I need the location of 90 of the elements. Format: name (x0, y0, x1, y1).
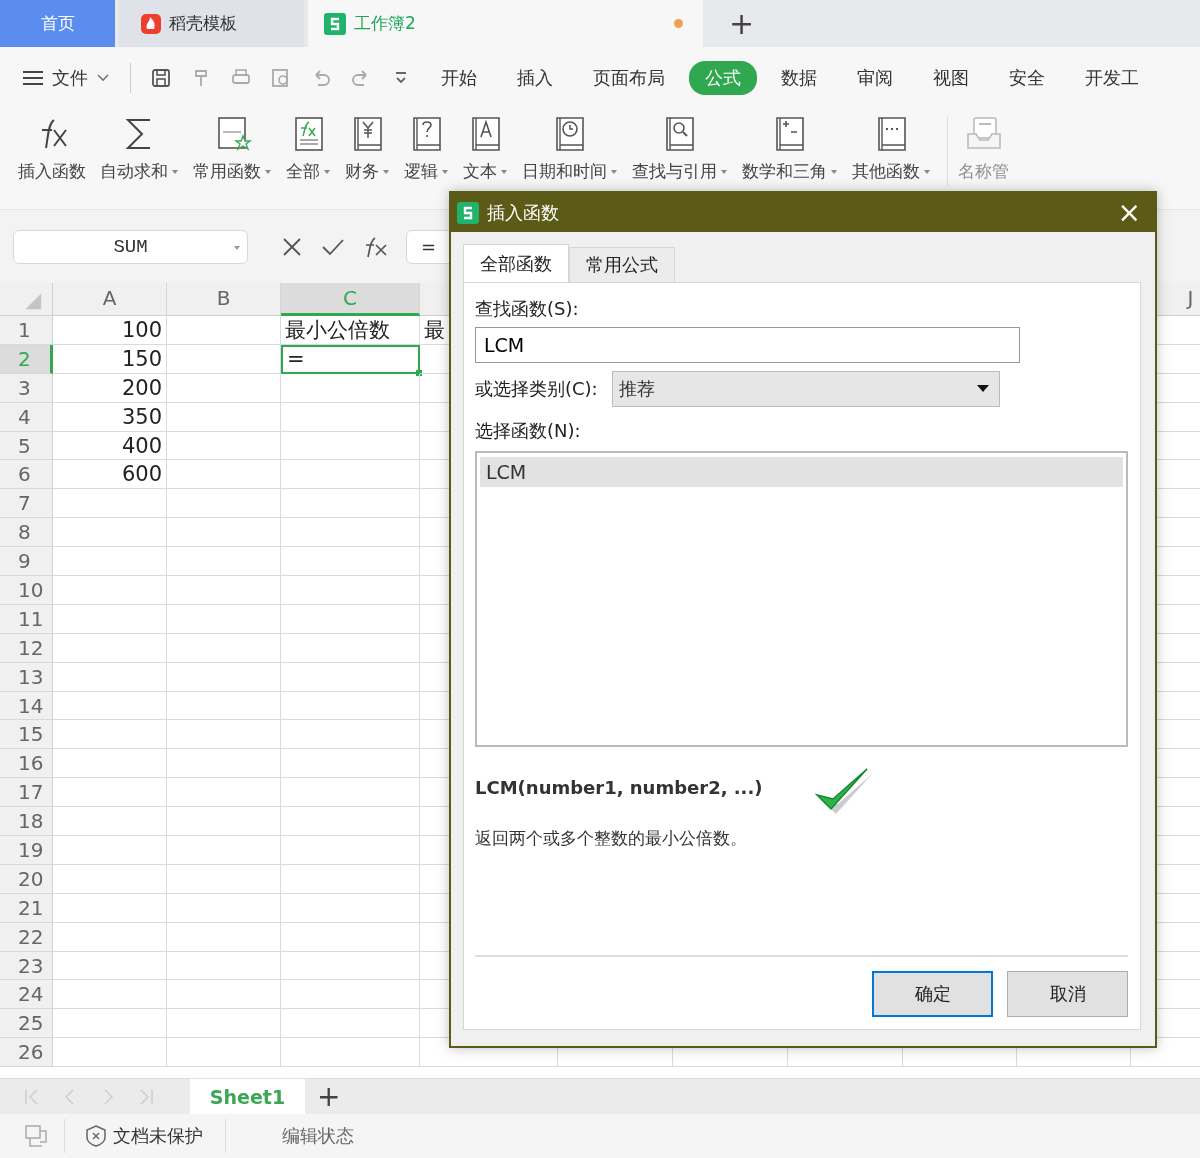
ribbon-button[interactable]: 查找与引用 (628, 108, 732, 183)
cancel-button[interactable]: 取消 (1007, 971, 1128, 1017)
column-header[interactable]: A (53, 283, 167, 316)
row-header[interactable]: 3 (0, 373, 53, 403)
row-header[interactable]: 1 (0, 316, 53, 345)
row-header[interactable]: 12 (0, 633, 53, 663)
row-header[interactable]: 9 (0, 547, 53, 576)
dialog-tab[interactable]: 常用公式 (569, 247, 675, 282)
protection-status[interactable]: 文档未保护 (65, 1124, 225, 1148)
function-description: 返回两个或多个整数的最小公倍数。 (475, 827, 748, 850)
menu-tab[interactable]: 公式 (689, 60, 757, 95)
search-field[interactable]: LCM (475, 327, 1020, 363)
save-icon[interactable] (150, 66, 172, 89)
row-header[interactable]: 17 (0, 778, 53, 808)
row-header[interactable]: 16 (0, 749, 53, 779)
ribbon-button[interactable]: 全部 (282, 108, 335, 183)
shield-icon (85, 1124, 107, 1148)
ribbon-button[interactable]: 日期和时间 (518, 108, 622, 183)
function-list-item[interactable]: LCM (480, 457, 1123, 487)
row-header[interactable]: 13 (0, 662, 53, 692)
field-label: 选择函数(N): (475, 419, 582, 443)
dialog-tab[interactable]: 全部函数 (463, 244, 569, 282)
ribbon-button[interactable]: 其他函数 (848, 108, 935, 183)
sheet-tab[interactable]: Sheet1 (190, 1079, 305, 1114)
row-header[interactable]: 19 (0, 836, 53, 865)
document-tab[interactable]: 首页 (0, 0, 115, 47)
row-header[interactable]: 4 (0, 402, 53, 432)
table-cell: 600 (53, 460, 167, 490)
row-header[interactable]: 6 (0, 460, 53, 490)
row-header[interactable]: 18 (0, 807, 53, 837)
menu-tab[interactable]: 开发工 (1069, 60, 1155, 95)
table-cell: 最小公倍数 (281, 316, 420, 345)
ribbon-button[interactable]: 财务 (341, 108, 394, 183)
select-all-corner-icon[interactable] (0, 283, 53, 316)
column-header[interactable]: B (167, 283, 281, 316)
ribbon-button[interactable]: 常用函数 (189, 108, 276, 183)
dialog-title: 插入函数 (487, 200, 559, 225)
ribbon-button[interactable]: 自动求和 (96, 108, 183, 183)
edit-mode-label: 编辑状态 (282, 1124, 354, 1148)
row-header[interactable]: 22 (0, 922, 53, 952)
document-tab[interactable]: 工作簿2 (308, 0, 703, 47)
row-header[interactable]: 8 (0, 518, 53, 548)
dropdown-caret-icon (233, 244, 241, 251)
row-header[interactable]: 15 (0, 720, 53, 750)
table-cell: 350 (53, 402, 167, 432)
row-header[interactable]: 5 (0, 431, 53, 461)
row-header[interactable]: 7 (0, 489, 53, 519)
category-dropdown[interactable]: 推荐 (611, 371, 1000, 407)
row-header[interactable]: 11 (0, 604, 53, 634)
dropdown-caret-icon (976, 385, 989, 393)
flame-logo-icon (141, 13, 161, 34)
row-header[interactable]: 21 (0, 893, 53, 923)
row-header[interactable]: 26 (0, 1038, 53, 1068)
menu-tab[interactable]: 安全 (993, 60, 1061, 95)
spreadsheet-logo-icon (457, 201, 479, 224)
row-header[interactable]: 24 (0, 980, 53, 1010)
close-button[interactable]: × (1103, 196, 1155, 229)
file-menu[interactable]: 文件 (22, 65, 110, 90)
table-cell: 100 (53, 316, 167, 345)
table-cell: = (281, 344, 420, 374)
menu-tab[interactable]: 数据 (765, 60, 833, 95)
new-tab-button[interactable]: + (707, 0, 777, 47)
menu-tab[interactable]: 视图 (917, 60, 985, 95)
row-header[interactable]: 25 (0, 1009, 53, 1039)
function-signature: LCM(number1, number2, ...) (475, 777, 763, 798)
chevron-down-icon (96, 72, 110, 83)
table-cell: 150 (53, 344, 167, 374)
menu-tab[interactable]: 开始 (425, 60, 493, 95)
ribbon-button[interactable]: 数学和三角 (738, 108, 842, 183)
name-box[interactable]: SUM (13, 229, 248, 264)
row-header[interactable]: 20 (0, 864, 53, 894)
field-label: 或选择类别(C): (475, 377, 598, 401)
device-icon[interactable] (22, 1122, 50, 1150)
row-header[interactable]: 10 (0, 576, 53, 605)
unsaved-dot (674, 19, 683, 28)
ribbon-button[interactable]: 文本 (459, 108, 512, 183)
row-header[interactable]: 23 (0, 951, 53, 981)
spreadsheet-logo-icon (324, 12, 346, 35)
ribbon-button[interactable]: 插入函数 (14, 108, 90, 183)
menu-icon (22, 69, 44, 86)
ok-button[interactable]: 确定 (872, 971, 993, 1017)
menu-tab[interactable]: 页面布局 (577, 60, 681, 95)
row-header[interactable]: 14 (0, 691, 53, 721)
table-cell: 200 (53, 373, 167, 403)
ribbon-button[interactable]: 逻辑 (400, 108, 453, 183)
menu-tab[interactable]: 插入 (501, 60, 569, 95)
document-tab[interactable]: 稻壳模板 (119, 0, 304, 47)
menu-tab[interactable]: 审阅 (841, 60, 909, 95)
add-sheet-button[interactable]: + (305, 1079, 353, 1114)
table-cell: 400 (53, 431, 167, 461)
